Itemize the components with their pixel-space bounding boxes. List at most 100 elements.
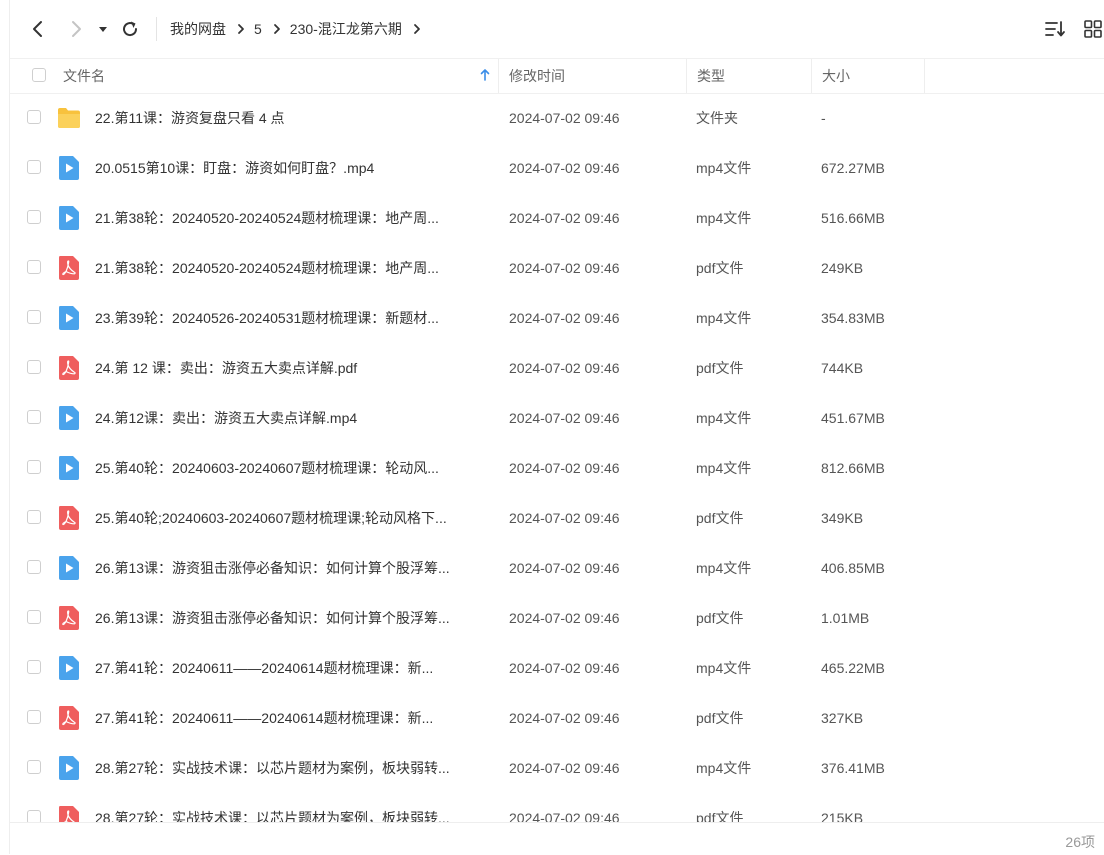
file-type: mp4文件 <box>696 310 752 326</box>
breadcrumb-current[interactable]: 230-混江龙第六期 <box>290 19 402 39</box>
column-header-type[interactable]: 类型 <box>687 59 812 93</box>
file-size: 215KB <box>821 810 864 822</box>
video-file-icon <box>57 405 81 431</box>
row-checkbox[interactable] <box>27 710 41 724</box>
file-name[interactable]: 23.第39轮：20240526-20240531题材梳理课：新题材... <box>95 293 495 343</box>
file-type: mp4文件 <box>696 760 752 776</box>
back-button[interactable] <box>26 17 50 41</box>
table-row[interactable]: 24.第12课：卖出：游资五大卖点详解.mp4 2024-07-02 09:46 m… <box>10 393 1104 443</box>
file-type: mp4文件 <box>696 460 752 476</box>
file-size: 465.22MB <box>821 660 885 676</box>
row-checkbox[interactable] <box>27 610 41 624</box>
column-header-size[interactable]: 大小 <box>812 59 925 93</box>
video-file-icon <box>57 155 81 181</box>
chevron-right-icon <box>272 23 282 35</box>
row-checkbox[interactable] <box>27 560 41 574</box>
sort-button[interactable] <box>1043 17 1067 41</box>
refresh-button[interactable] <box>118 17 142 41</box>
file-size: 349KB <box>821 510 864 526</box>
video-file-icon <box>57 455 81 481</box>
row-checkbox[interactable] <box>27 310 41 324</box>
row-checkbox[interactable] <box>27 210 41 224</box>
chevron-right-icon <box>236 23 246 35</box>
file-name[interactable]: 24.第 12 课：卖出：游资五大卖点详解.pdf <box>95 343 495 393</box>
row-checkbox[interactable] <box>27 760 41 774</box>
row-checkbox[interactable] <box>27 810 41 822</box>
file-name[interactable]: 24.第12课：卖出：游资五大卖点详解.mp4 <box>95 393 495 443</box>
file-size: - <box>821 110 826 126</box>
file-size: 376.41MB <box>821 760 885 776</box>
file-browser: 我的网盘 5 230-混江龙第六期 文件名 修改时间 类型 大小 22.第11课… <box>9 0 1104 855</box>
file-name[interactable]: 21.第38轮：20240520-20240524题材梳理课：地产周... <box>95 243 495 293</box>
file-name[interactable]: 21.第38轮：20240520-20240524题材梳理课：地产周... <box>95 193 495 243</box>
file-name[interactable]: 28.第27轮：实战技术课：以芯片题材为案例，板块弱转... <box>95 793 495 822</box>
row-checkbox[interactable] <box>27 410 41 424</box>
grid-view-button[interactable] <box>1081 17 1104 41</box>
table-row[interactable]: 21.第38轮：20240520-20240524题材梳理课：地产周... 202… <box>10 243 1104 293</box>
breadcrumb-item[interactable]: 我的网盘 <box>170 19 226 39</box>
row-checkbox[interactable] <box>27 260 41 274</box>
table-row[interactable]: 24.第 12 课：卖出：游资五大卖点详解.pdf 2024-07-02 09:4… <box>10 343 1104 393</box>
table-row[interactable]: 27.第41轮：20240611——20240614题材梳理课：新... 2024… <box>10 693 1104 743</box>
history-dropdown-button[interactable] <box>94 17 112 41</box>
pdf-file-icon <box>57 605 81 631</box>
file-size: 744KB <box>821 360 864 376</box>
video-file-icon <box>57 205 81 231</box>
file-type: pdf文件 <box>696 610 744 626</box>
caret-down-icon <box>99 27 107 32</box>
file-modified-time: 2024-07-02 09:46 <box>509 160 620 176</box>
file-name[interactable]: 27.第41轮：20240611——20240614题材梳理课：新... <box>95 693 495 743</box>
table-row[interactable]: 26.第13课：游资狙击涨停必备知识：如何计算个股浮筹... 2024-07-02… <box>10 543 1104 593</box>
column-label: 类型 <box>697 68 725 84</box>
pdf-file-icon <box>57 355 81 381</box>
file-name[interactable]: 25.第40轮：20240603-20240607题材梳理课：轮动风... <box>95 443 495 493</box>
table-row[interactable]: 28.第27轮：实战技术课：以芯片题材为案例，板块弱转... 2024-07-02… <box>10 793 1104 822</box>
table-row[interactable]: 27.第41轮：20240611——20240614题材梳理课：新... 2024… <box>10 643 1104 693</box>
row-checkbox[interactable] <box>27 510 41 524</box>
file-modified-time: 2024-07-02 09:46 <box>509 660 620 676</box>
chevron-right-icon <box>72 21 81 37</box>
file-modified-time: 2024-07-02 09:46 <box>509 610 620 626</box>
chevron-right-icon <box>412 23 422 35</box>
file-modified-time: 2024-07-02 09:46 <box>509 210 620 226</box>
table-row[interactable]: 20.0515第10课：盯盘：游资如何盯盘？.mp4 2024-07-02 09:… <box>10 143 1104 193</box>
column-label: 大小 <box>822 68 850 84</box>
file-modified-time: 2024-07-02 09:46 <box>509 710 620 726</box>
column-header-modified[interactable]: 修改时间 <box>499 59 687 93</box>
folder-icon <box>57 105 81 131</box>
file-name[interactable]: 25.第40轮;20240603-20240607题材梳理课;轮动风格下... <box>95 493 495 543</box>
item-count: 26项 <box>1065 834 1095 850</box>
table-row[interactable]: 21.第38轮：20240520-20240524题材梳理课：地产周... 202… <box>10 193 1104 243</box>
file-name[interactable]: 28.第27轮：实战技术课：以芯片题材为案例，板块弱转... <box>95 743 495 793</box>
file-size: 249KB <box>821 260 864 276</box>
file-name[interactable]: 20.0515第10课：盯盘：游资如何盯盘？.mp4 <box>95 143 495 193</box>
table-row[interactable]: 25.第40轮：20240603-20240607题材梳理课：轮动风... 202… <box>10 443 1104 493</box>
table-row[interactable]: 26.第13课：游资狙击涨停必备知识：如何计算个股浮筹... 2024-07-02… <box>10 593 1104 643</box>
file-type: pdf文件 <box>696 810 744 822</box>
row-checkbox[interactable] <box>27 660 41 674</box>
sort-ascending-icon[interactable] <box>480 68 490 85</box>
file-name[interactable]: 26.第13课：游资狙击涨停必备知识：如何计算个股浮筹... <box>95 543 495 593</box>
file-name[interactable]: 26.第13课：游资狙击涨停必备知识：如何计算个股浮筹... <box>95 593 495 643</box>
file-modified-time: 2024-07-02 09:46 <box>509 810 620 822</box>
forward-button[interactable] <box>64 17 88 41</box>
row-checkbox[interactable] <box>27 360 41 374</box>
row-checkbox[interactable] <box>27 110 41 124</box>
row-checkbox[interactable] <box>27 460 41 474</box>
file-modified-time: 2024-07-02 09:46 <box>509 110 620 126</box>
file-size: 354.83MB <box>821 310 885 326</box>
table-row[interactable]: 28.第27轮：实战技术课：以芯片题材为案例，板块弱转... 2024-07-02… <box>10 743 1104 793</box>
grid-icon <box>1084 20 1102 38</box>
file-name[interactable]: 27.第41轮：20240611——20240614题材梳理课：新... <box>95 643 495 693</box>
table-row[interactable]: 25.第40轮;20240603-20240607题材梳理课;轮动风格下... 2… <box>10 493 1104 543</box>
video-file-icon <box>57 755 81 781</box>
file-type: pdf文件 <box>696 510 744 526</box>
row-checkbox[interactable] <box>27 160 41 174</box>
column-header-name[interactable]: 文件名 <box>10 59 499 93</box>
table-row[interactable]: 23.第39轮：20240526-20240531题材梳理课：新题材... 202… <box>10 293 1104 343</box>
file-name[interactable]: 22.第11课：游资复盘只看 4 点 <box>95 93 495 143</box>
table-row[interactable]: 22.第11课：游资复盘只看 4 点 2024-07-02 09:46 文件夹 - <box>10 93 1104 143</box>
breadcrumb-item[interactable]: 5 <box>254 21 262 37</box>
select-all-checkbox[interactable] <box>32 68 46 82</box>
file-size: 1.01MB <box>821 610 870 626</box>
